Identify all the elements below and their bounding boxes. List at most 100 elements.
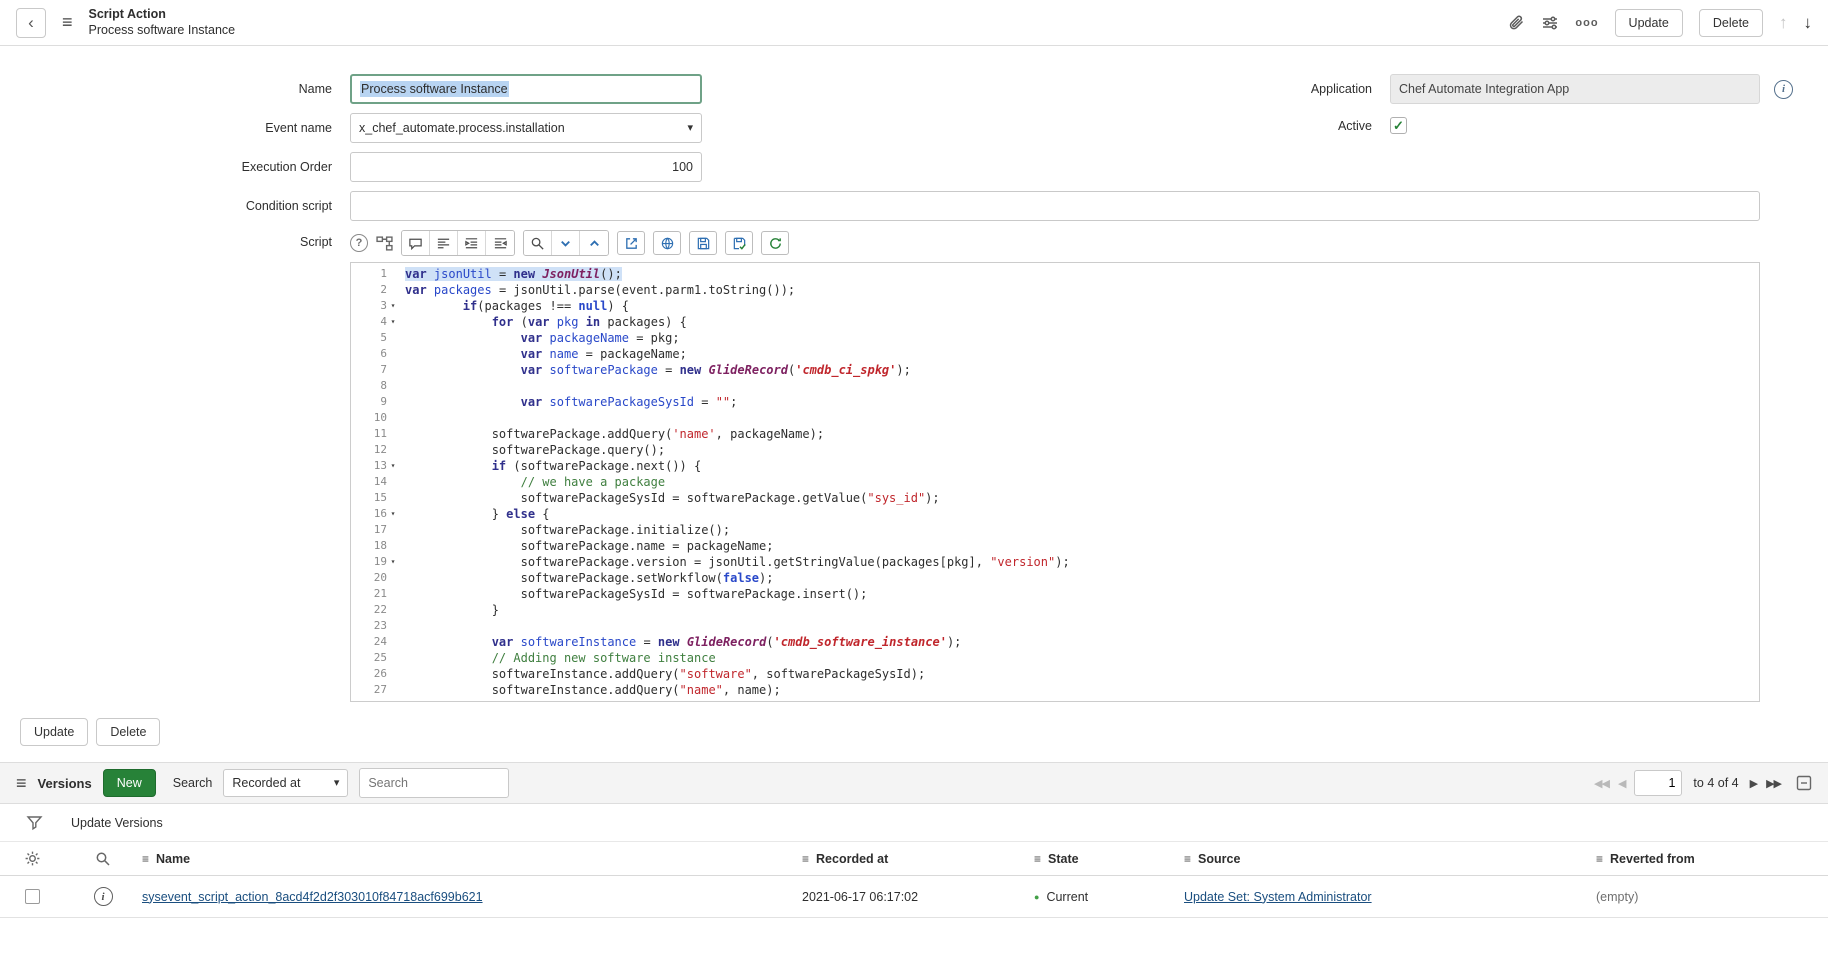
editor-preferences-icon[interactable]: [761, 231, 789, 255]
fold-icon[interactable]: [387, 538, 399, 554]
scripts-background-icon[interactable]: [653, 231, 681, 255]
code-line-20[interactable]: 20 softwarePackage.setWorkflow(false);: [351, 570, 1759, 586]
fold-icon[interactable]: [387, 378, 399, 394]
fold-icon[interactable]: ▾: [387, 314, 399, 330]
column-header-state[interactable]: ≡ State: [1034, 852, 1184, 866]
fold-icon[interactable]: [387, 570, 399, 586]
save-and-check-icon[interactable]: [725, 231, 753, 255]
fold-icon[interactable]: [387, 442, 399, 458]
fold-icon[interactable]: [387, 346, 399, 362]
code-line-14[interactable]: 14 // we have a package: [351, 474, 1759, 490]
record-link[interactable]: sysevent_script_action_8acd4f2d2f303010f…: [142, 890, 483, 904]
scroll-up-icon[interactable]: ↑: [1779, 13, 1788, 33]
code-line-15[interactable]: 15 softwarePackageSysId = softwarePackag…: [351, 490, 1759, 506]
application-info-icon[interactable]: i: [1774, 80, 1793, 99]
code-line-5[interactable]: 5 var packageName = pkg;: [351, 330, 1759, 346]
fold-icon[interactable]: [387, 410, 399, 426]
code-line-25[interactable]: 25 // Adding new software instance: [351, 650, 1759, 666]
find-previous-icon[interactable]: [580, 231, 608, 255]
code-line-10[interactable]: 10: [351, 410, 1759, 426]
fold-icon[interactable]: [387, 266, 399, 282]
pagination-next-icon[interactable]: ▶: [1750, 777, 1757, 790]
comment-toggle-button[interactable]: [402, 231, 430, 255]
help-icon[interactable]: ?: [350, 234, 368, 252]
versions-menu-icon[interactable]: ≡: [16, 773, 27, 794]
column-header-recorded-at[interactable]: ≡ Recorded at: [802, 852, 1034, 866]
format-code-button[interactable]: [430, 231, 458, 255]
source-link[interactable]: Update Set: System Administrator: [1184, 890, 1372, 904]
fold-icon[interactable]: [387, 522, 399, 538]
code-line-6[interactable]: 6 var name = packageName;: [351, 346, 1759, 362]
scroll-down-icon[interactable]: ↓: [1804, 13, 1813, 33]
code-line-3[interactable]: 3▾ if(packages !== null) {: [351, 298, 1759, 314]
code-line-13[interactable]: 13▾ if (softwarePackage.next()) {: [351, 458, 1759, 474]
event-name-select[interactable]: x_chef_automate.process.installation: [350, 113, 702, 143]
replace-tabs-button[interactable]: [458, 231, 486, 255]
code-editor[interactable]: 1 var jsonUtil = new JsonUtil();2 var pa…: [350, 262, 1760, 702]
code-line-9[interactable]: 9 var softwarePackageSysId = "";: [351, 394, 1759, 410]
code-line-17[interactable]: 17 softwarePackage.initialize();: [351, 522, 1759, 538]
delete-button[interactable]: Delete: [1699, 9, 1763, 37]
code-line-18[interactable]: 18 softwarePackage.name = packageName;: [351, 538, 1759, 554]
attachment-icon[interactable]: [1507, 14, 1525, 32]
new-version-button[interactable]: New: [103, 769, 156, 797]
list-search-icon[interactable]: [64, 851, 142, 867]
open-in-window-button[interactable]: [617, 231, 645, 255]
filter-icon[interactable]: [26, 814, 43, 831]
code-line-19[interactable]: 19▾ softwarePackage.version = jsonUtil.g…: [351, 554, 1759, 570]
active-checkbox[interactable]: ✓: [1390, 117, 1407, 134]
fold-icon[interactable]: [387, 394, 399, 410]
save-icon[interactable]: [689, 231, 717, 255]
more-options-icon[interactable]: ooo: [1575, 17, 1598, 29]
pagination-first-icon[interactable]: ◀◀: [1594, 777, 1609, 790]
column-header-name[interactable]: ≡ Name: [142, 852, 802, 866]
fold-icon[interactable]: [387, 650, 399, 666]
fold-icon[interactable]: ▾: [387, 458, 399, 474]
back-button[interactable]: ‹: [16, 8, 46, 38]
footer-delete-button[interactable]: Delete: [96, 718, 160, 746]
pagination-last-icon[interactable]: ▶▶: [1766, 777, 1781, 790]
fold-icon[interactable]: [387, 586, 399, 602]
code-line-22[interactable]: 22 }: [351, 602, 1759, 618]
pagination-page-input[interactable]: [1634, 770, 1682, 796]
breadcrumb[interactable]: Update Versions: [71, 816, 163, 830]
code-line-26[interactable]: 26 softwareInstance.addQuery("software",…: [351, 666, 1759, 682]
list-settings-icon[interactable]: [0, 850, 64, 867]
fold-icon[interactable]: [387, 666, 399, 682]
row-info-icon[interactable]: i: [94, 887, 113, 906]
row-checkbox[interactable]: [25, 889, 40, 904]
fold-icon[interactable]: [387, 634, 399, 650]
search-column-select[interactable]: Recorded at: [223, 769, 348, 797]
versions-search-input[interactable]: [359, 768, 509, 798]
code-line-16[interactable]: 16▾ } else {: [351, 506, 1759, 522]
code-line-4[interactable]: 4▾ for (var pkg in packages) {: [351, 314, 1759, 330]
column-header-reverted-from[interactable]: ≡ Reverted from: [1596, 852, 1828, 866]
fold-icon[interactable]: [387, 602, 399, 618]
fold-icon[interactable]: [387, 426, 399, 442]
collapse-list-icon[interactable]: [1796, 775, 1812, 791]
name-input[interactable]: Process software Instance: [350, 74, 702, 104]
code-line-1[interactable]: 1 var jsonUtil = new JsonUtil();: [351, 266, 1759, 282]
fold-icon[interactable]: [387, 474, 399, 490]
execution-order-input[interactable]: [350, 152, 702, 182]
code-line-2[interactable]: 2 var packages = jsonUtil.parse(event.pa…: [351, 282, 1759, 298]
find-next-icon[interactable]: [552, 231, 580, 255]
fold-icon[interactable]: ▾: [387, 298, 399, 314]
column-header-source[interactable]: ≡ Source: [1184, 852, 1596, 866]
personalize-form-icon[interactable]: [1541, 14, 1559, 32]
code-line-24[interactable]: 24 var softwareInstance = new GlideRecor…: [351, 634, 1759, 650]
pagination-prev-icon[interactable]: ◀: [1618, 777, 1625, 790]
code-line-23[interactable]: 23: [351, 618, 1759, 634]
search-code-button[interactable]: [524, 231, 552, 255]
syntax-editor-toggle-icon[interactable]: [376, 235, 393, 252]
condition-script-input[interactable]: [350, 191, 1760, 221]
fold-icon[interactable]: [387, 618, 399, 634]
fold-icon[interactable]: [387, 362, 399, 378]
fold-icon[interactable]: [387, 282, 399, 298]
fold-icon[interactable]: [387, 330, 399, 346]
fold-icon[interactable]: [387, 682, 399, 698]
fold-icon[interactable]: ▾: [387, 554, 399, 570]
code-line-7[interactable]: 7 var softwarePackage = new GlideRecord(…: [351, 362, 1759, 378]
fold-icon[interactable]: ▾: [387, 506, 399, 522]
code-line-27[interactable]: 27 softwareInstance.addQuery("name", nam…: [351, 682, 1759, 698]
